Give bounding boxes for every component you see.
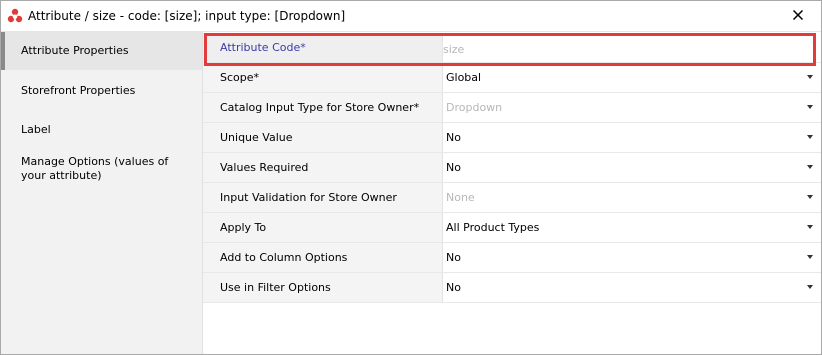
chevron-down-icon[interactable] xyxy=(807,285,813,289)
chevron-down-icon[interactable] xyxy=(807,165,813,169)
window-title: Attribute / size - code: [size]; input t… xyxy=(28,9,346,23)
add-to-column-options-dropdown[interactable]: No xyxy=(443,243,821,272)
input-validation-dropdown[interactable]: None xyxy=(443,183,821,212)
sidebar-item-label: Label xyxy=(21,123,51,136)
attribute-editor-window: Attribute / size - code: [size]; input t… xyxy=(0,0,822,355)
property-label: Scope* xyxy=(203,63,443,92)
property-label: Add to Column Options xyxy=(203,243,443,272)
sidebar-item-attribute-properties[interactable]: Attribute Properties xyxy=(1,32,202,70)
sidebar-item-manage-options[interactable]: Manage Options (values of your attribute… xyxy=(1,152,202,192)
property-row-catalog-input-type[interactable]: Catalog Input Type for Store Owner* Drop… xyxy=(203,93,821,123)
chevron-down-icon[interactable] xyxy=(807,195,813,199)
property-row-use-in-filter-options[interactable]: Use in Filter Options No xyxy=(203,273,821,303)
dropdown-value: No xyxy=(446,161,461,174)
property-label: Apply To xyxy=(203,213,443,242)
dropdown-value: Global xyxy=(446,71,482,84)
use-in-filter-options-dropdown[interactable]: No xyxy=(443,273,821,302)
unique-value-dropdown[interactable]: No xyxy=(443,123,821,152)
property-row-add-to-column-options[interactable]: Add to Column Options No xyxy=(203,243,821,273)
property-label: Input Validation for Store Owner xyxy=(203,183,443,212)
dropdown-value: None xyxy=(446,191,475,204)
close-icon xyxy=(792,9,804,24)
sidebar: Attribute Properties Storefront Properti… xyxy=(1,32,203,354)
attribute-code-input[interactable] xyxy=(443,38,809,60)
close-button[interactable] xyxy=(787,6,809,26)
values-required-dropdown[interactable]: No xyxy=(443,153,821,182)
property-row-scope[interactable]: Scope* Global xyxy=(203,63,821,93)
chevron-down-icon[interactable] xyxy=(807,255,813,259)
property-row-values-required[interactable]: Values Required No xyxy=(203,153,821,183)
app-logo-icon xyxy=(7,8,23,24)
property-label: Catalog Input Type for Store Owner* xyxy=(203,93,443,122)
property-label: Values Required xyxy=(203,153,443,182)
property-label: Unique Value xyxy=(203,123,443,152)
sidebar-item-label: Manage Options (values of your attribute… xyxy=(21,155,169,182)
chevron-down-icon[interactable] xyxy=(807,105,813,109)
chevron-down-icon[interactable] xyxy=(807,135,813,139)
chevron-down-icon[interactable] xyxy=(807,75,813,79)
dropdown-value: No xyxy=(446,281,461,294)
sidebar-item-label: Storefront Properties xyxy=(21,84,136,97)
property-grid: Attribute Code* Scope* Global Catalog In… xyxy=(203,33,821,303)
sidebar-item-label[interactable]: Label xyxy=(1,112,202,150)
property-label: Attribute Code* xyxy=(203,33,443,62)
apply-to-dropdown[interactable]: All Product Types xyxy=(443,213,821,242)
dropdown-value: No xyxy=(446,131,461,144)
title-bar: Attribute / size - code: [size]; input t… xyxy=(1,1,821,32)
property-row-apply-to[interactable]: Apply To All Product Types xyxy=(203,213,821,243)
property-row-input-validation[interactable]: Input Validation for Store Owner None xyxy=(203,183,821,213)
property-label: Use in Filter Options xyxy=(203,273,443,302)
sidebar-item-label: Attribute Properties xyxy=(21,44,129,57)
dropdown-value: All Product Types xyxy=(446,221,540,234)
property-row-unique-value[interactable]: Unique Value No xyxy=(203,123,821,153)
chevron-down-icon[interactable] xyxy=(807,225,813,229)
dropdown-value: No xyxy=(446,251,461,264)
sidebar-item-storefront-properties[interactable]: Storefront Properties xyxy=(1,72,202,110)
scope-dropdown[interactable]: Global xyxy=(443,63,821,92)
catalog-input-type-dropdown[interactable]: Dropdown xyxy=(443,93,821,122)
dropdown-value: Dropdown xyxy=(446,101,503,114)
